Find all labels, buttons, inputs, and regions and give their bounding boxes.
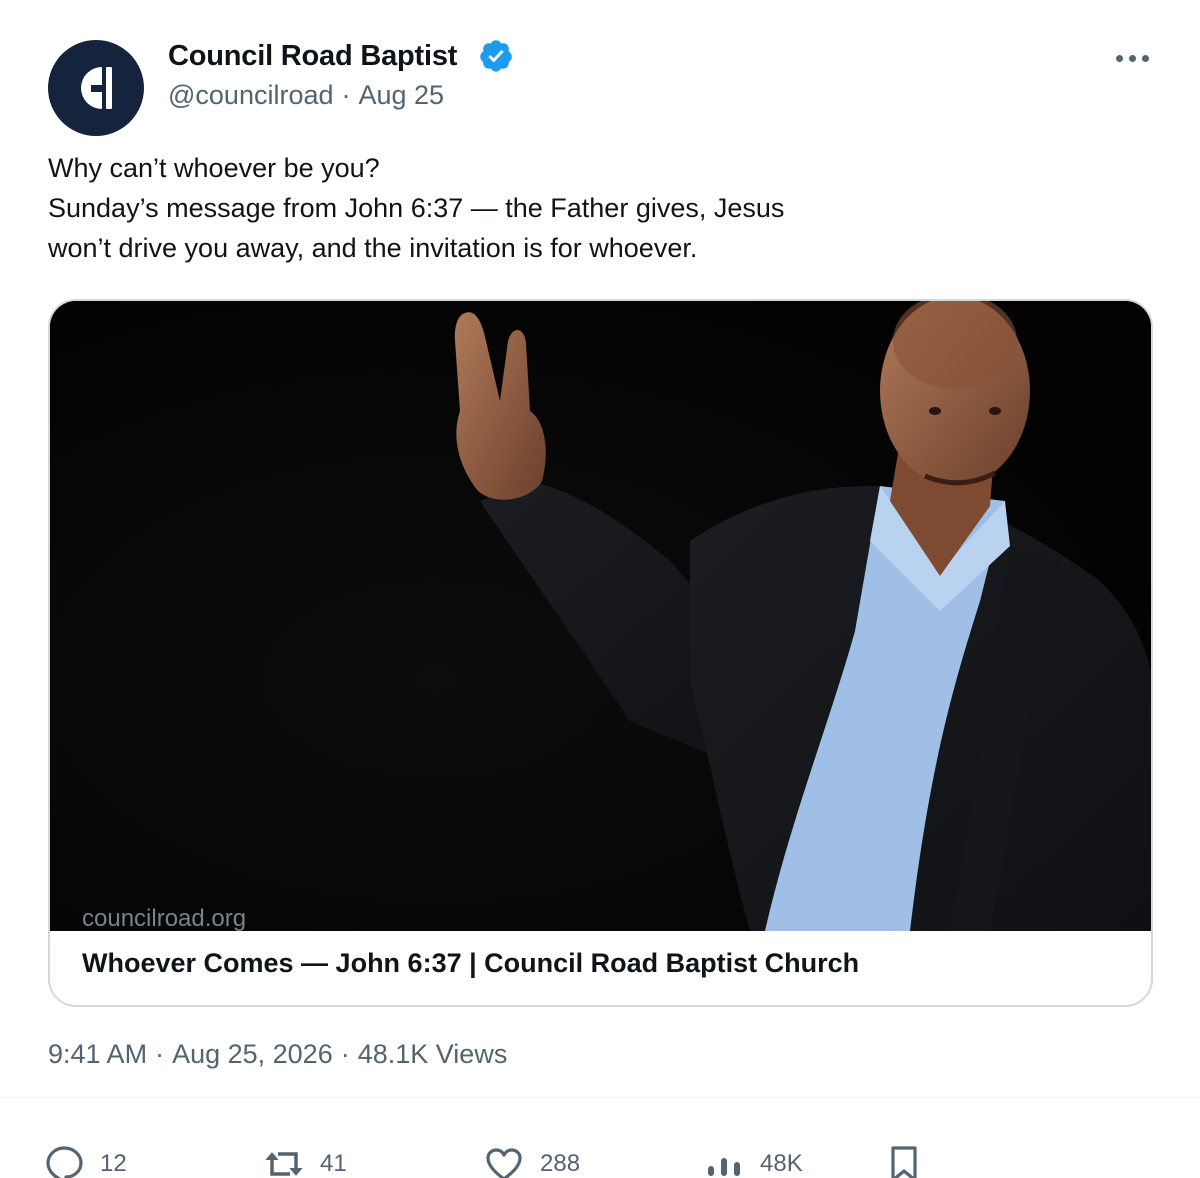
analytics-icon bbox=[708, 1158, 740, 1176]
link-card-thumbnail[interactable]: councilroad.org bbox=[50, 301, 1151, 931]
separator: · bbox=[340, 1039, 350, 1069]
author-handle[interactable]: @councilroad bbox=[168, 80, 334, 110]
post-text-line: Why can’t whoever be you? bbox=[48, 153, 380, 183]
reply-button[interactable]: 12 bbox=[44, 1140, 127, 1178]
views-count: 48K bbox=[760, 1150, 803, 1177]
bookmark-button[interactable] bbox=[884, 1140, 924, 1178]
separator: · bbox=[341, 80, 351, 110]
reply-count: 12 bbox=[100, 1150, 127, 1177]
post-text-line: won’t drive you away, and the invitation… bbox=[48, 233, 698, 263]
like-button[interactable]: 288 bbox=[484, 1140, 580, 1178]
repost-count: 41 bbox=[320, 1150, 347, 1177]
bookmark-icon bbox=[891, 1146, 917, 1178]
repost-icon bbox=[265, 1152, 303, 1176]
handle-line: @councilroad · Aug 25 bbox=[168, 80, 444, 110]
more-dot bbox=[1141, 54, 1149, 62]
avatar[interactable] bbox=[48, 40, 144, 136]
link-card[interactable]: councilroad.org Whoever Comes — John 6:3… bbox=[48, 299, 1153, 1007]
author-name[interactable]: Council Road Baptist bbox=[168, 38, 457, 74]
post-text-line: Sunday’s message from John 6:37 — the Fa… bbox=[48, 193, 785, 223]
more-dot bbox=[1128, 54, 1136, 62]
more-dot bbox=[1115, 54, 1123, 62]
separator: · bbox=[155, 1039, 165, 1069]
church-logo-icon bbox=[81, 67, 112, 109]
post-meta: 9:41 AM · Aug 25, 2026 · 48.1K Views bbox=[48, 1037, 507, 1071]
reply-icon bbox=[46, 1146, 83, 1178]
link-card-domain: councilroad.org bbox=[82, 905, 247, 931]
divider bbox=[0, 1097, 1200, 1098]
post-date[interactable]: Aug 25 bbox=[359, 80, 445, 110]
more-options-button[interactable] bbox=[1104, 40, 1160, 76]
like-count: 288 bbox=[540, 1150, 581, 1177]
post-time[interactable]: 9:41 AM bbox=[48, 1039, 147, 1069]
post-text: Why can’t whoever be you? Sunday’s messa… bbox=[48, 148, 1148, 268]
tweet: Council Road Baptist @councilroad · Aug 25… bbox=[0, 0, 1200, 1178]
views-button[interactable]: 48K bbox=[704, 1140, 803, 1178]
repost-button[interactable]: 41 bbox=[264, 1140, 347, 1178]
post-view-count[interactable]: 48.1K Views bbox=[358, 1039, 508, 1069]
link-card-title[interactable]: Whoever Comes — John 6:37 | Council Road… bbox=[82, 946, 859, 980]
verified-badge-icon bbox=[480, 40, 512, 72]
preacher-thumbnail-image bbox=[50, 301, 1151, 931]
post-full-date[interactable]: Aug 25, 2026 bbox=[172, 1039, 333, 1069]
heart-icon bbox=[486, 1148, 522, 1178]
